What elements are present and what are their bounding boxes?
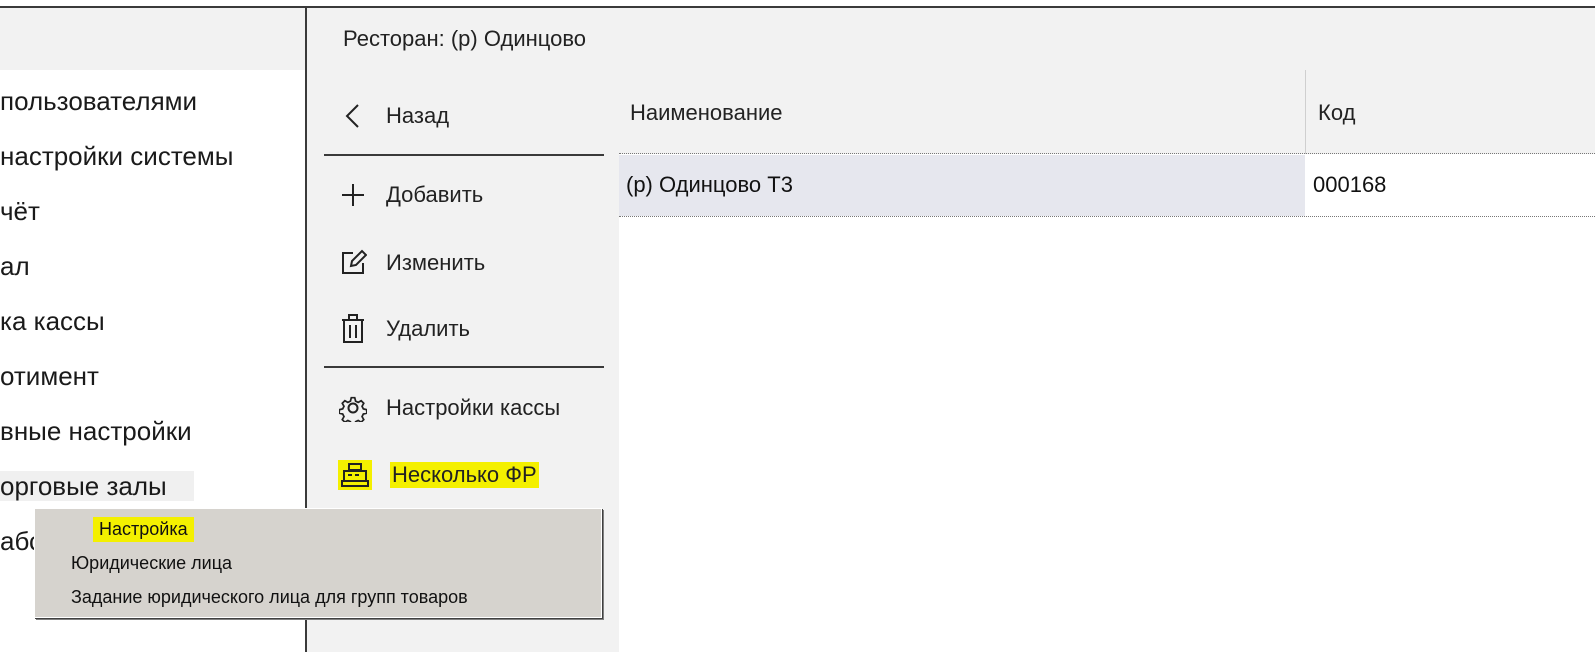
- cell-code[interactable]: 000168: [1313, 172, 1386, 198]
- trash-icon: [338, 314, 368, 344]
- column-header-name[interactable]: Наименование: [630, 100, 783, 126]
- left-pane-header: [0, 8, 306, 70]
- chevron-left-icon: [338, 101, 368, 131]
- cash-settings-button[interactable]: Настройки кассы: [338, 393, 560, 423]
- delete-button[interactable]: Удалить: [338, 314, 470, 344]
- left-menu-item-report[interactable]: чёт: [0, 196, 40, 226]
- context-menu-item-settings[interactable]: Настройка: [93, 517, 194, 542]
- multiple-fr-label: Несколько ФР: [390, 462, 539, 488]
- edit-icon: [338, 248, 368, 278]
- column-header-code[interactable]: Код: [1318, 100, 1355, 126]
- cell-name[interactable]: (р) Одинцово Т3: [626, 172, 793, 198]
- edit-button[interactable]: Изменить: [338, 248, 485, 278]
- back-label: Назад: [386, 103, 450, 128]
- top-border: [0, 0, 1595, 8]
- add-button[interactable]: Добавить: [338, 180, 483, 210]
- back-button[interactable]: Назад: [338, 101, 449, 131]
- gear-icon: [338, 393, 368, 423]
- edit-label: Изменить: [386, 250, 486, 275]
- cash-settings-label: Настройки кассы: [386, 395, 561, 420]
- left-menu-item-system-settings[interactable]: настройки системы: [0, 141, 233, 171]
- left-menu-item-assortment[interactable]: отимент: [0, 361, 99, 391]
- left-menu-item-main-settings[interactable]: вные настройки: [0, 416, 192, 446]
- add-label: Добавить: [386, 182, 484, 207]
- actions-divider-2: [324, 366, 604, 368]
- page-title: Ресторан: (р) Одинцово: [343, 26, 587, 51]
- cash-register-icon: [338, 460, 372, 490]
- left-menu-item-cash-register[interactable]: ка кассы: [0, 306, 105, 336]
- delete-label: Удалить: [386, 316, 470, 341]
- left-menu-item-users[interactable]: пользователями: [0, 86, 197, 116]
- context-menu-item-legal-entities[interactable]: Юридические лица: [71, 553, 232, 574]
- left-menu-item-trade-halls[interactable]: орговые залы: [0, 471, 194, 501]
- actions-divider: [324, 154, 604, 156]
- plus-icon: [338, 180, 368, 210]
- context-menu: Настройка Юридические лица Задание юриди…: [34, 508, 602, 618]
- multiple-fr-button[interactable]: Несколько ФР: [338, 460, 539, 490]
- context-menu-item-legal-entity-for-groups[interactable]: Задание юридического лица для групп това…: [71, 587, 468, 608]
- left-menu-item-hall[interactable]: ал: [0, 251, 30, 281]
- column-separator: [1305, 70, 1306, 154]
